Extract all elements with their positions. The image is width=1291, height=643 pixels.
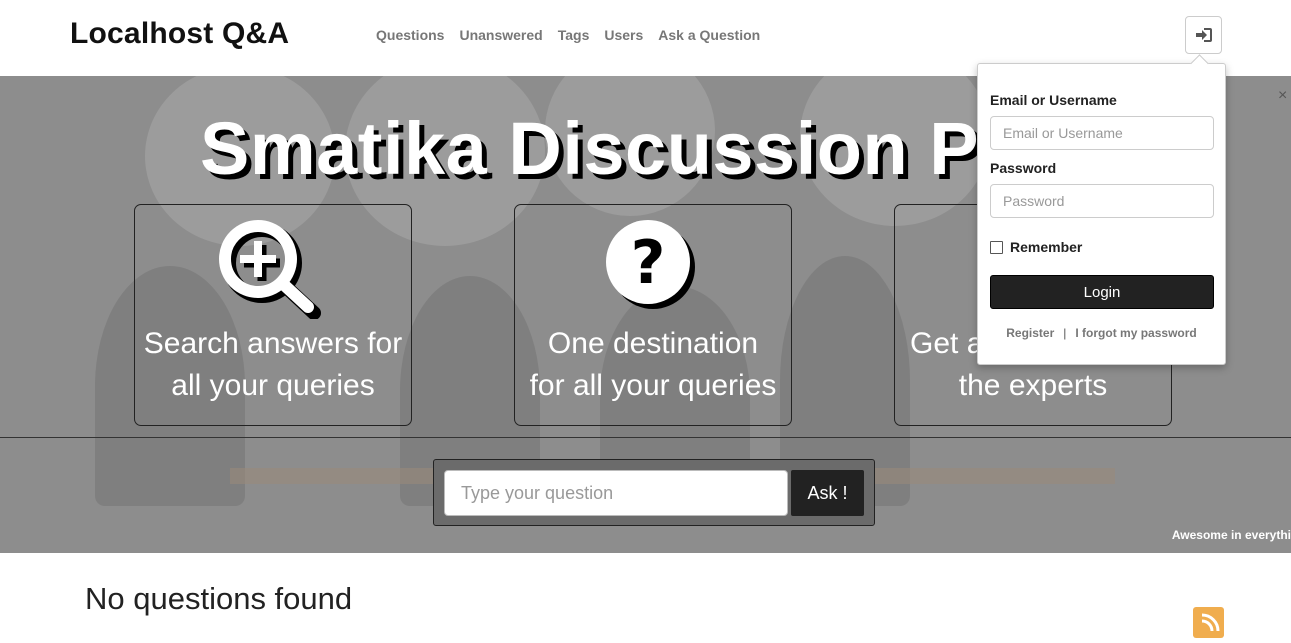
feature-line: Search answers for — [143, 327, 403, 360]
svg-text:?: ? — [631, 228, 666, 298]
remember-label: Remember — [1010, 239, 1083, 255]
forgot-password-link[interactable]: I forgot my password — [1075, 326, 1196, 340]
ask-question-input[interactable] — [444, 470, 788, 516]
rss-icon[interactable] — [1193, 607, 1224, 638]
nav-users[interactable]: Users — [604, 27, 643, 43]
login-dropdown: Email or Username Password Remember Logi… — [977, 54, 1226, 365]
remember-checkbox[interactable]: Remember — [990, 239, 1082, 255]
login-links: Register | I forgot my password — [978, 326, 1225, 340]
nav-unanswered[interactable]: Unanswered — [459, 27, 542, 43]
checkbox-box[interactable] — [990, 240, 1003, 254]
hero-tagline: Awesome in everythi — [1171, 528, 1291, 542]
no-questions-heading: No questions found — [85, 581, 353, 616]
main-nav: Questions Unanswered Tags Users Ask a Qu… — [376, 27, 760, 43]
nav-questions[interactable]: Questions — [376, 27, 444, 43]
search-plus-icon — [218, 219, 328, 324]
nav-tags[interactable]: Tags — [558, 27, 590, 43]
link-separator: | — [1063, 326, 1067, 340]
password-label: Password — [990, 160, 1057, 176]
feature-card-destination: ? One destination for all your queries — [514, 204, 792, 426]
nav-ask-question[interactable]: Ask a Question — [658, 27, 760, 43]
sign-in-icon — [1195, 28, 1212, 42]
feature-card-search: Search answers for all your queries — [134, 204, 412, 426]
login-button[interactable]: Login — [990, 275, 1214, 309]
ask-button[interactable]: Ask ! — [791, 470, 864, 516]
feature-line: the experts — [958, 369, 1108, 402]
hero-divider — [0, 437, 1291, 438]
login-toggle-button[interactable] — [1185, 16, 1222, 54]
hero-title: Smatika Discussion Po — [200, 107, 1025, 190]
ask-question-form: Ask ! — [433, 459, 875, 526]
site-logo[interactable]: Localhost Q&A — [70, 17, 289, 51]
email-label: Email or Username — [990, 92, 1117, 108]
feature-line: for all your queries — [529, 369, 777, 402]
feature-line: all your queries — [171, 369, 375, 402]
feature-text: One destination for all your queries — [515, 323, 791, 407]
register-link[interactable]: Register — [1006, 326, 1054, 340]
question-circle-icon: ? — [605, 219, 701, 320]
feature-text: Search answers for all your queries — [135, 323, 411, 407]
email-field[interactable] — [990, 116, 1214, 150]
feature-line: One destination — [547, 327, 759, 360]
password-field[interactable] — [990, 184, 1214, 218]
close-icon[interactable]: × — [1278, 87, 1287, 105]
